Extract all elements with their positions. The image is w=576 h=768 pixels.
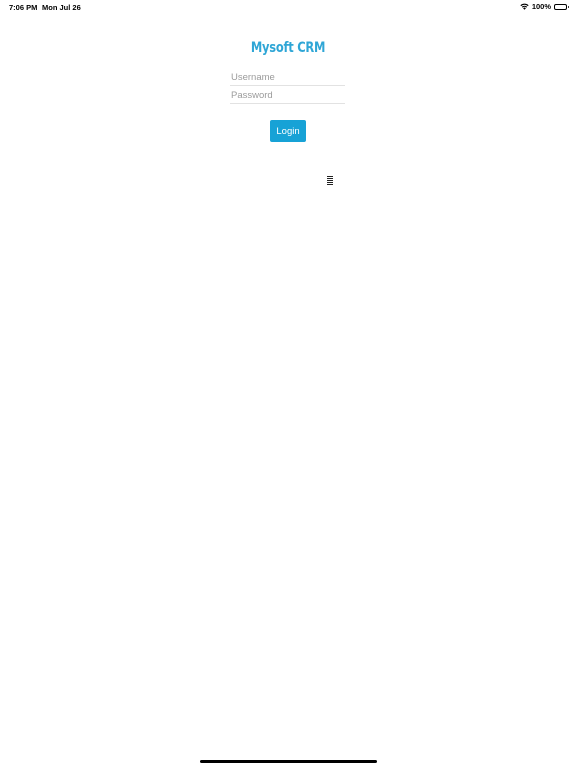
loader-bar (327, 184, 333, 185)
loader-bar (327, 176, 333, 177)
password-input[interactable] (230, 88, 345, 104)
loader-bar (327, 182, 333, 183)
battery-percent: 100% (531, 2, 551, 11)
loading-bars-icon (327, 176, 333, 185)
status-bar: 7:06 PM Mon Jul 26 100% (0, 0, 576, 14)
loader-bar (327, 180, 333, 181)
login-button[interactable]: Login (270, 120, 306, 142)
app-title: Mysoft CRM (250, 40, 326, 56)
wifi-icon (520, 3, 529, 10)
status-date: Mon Jul 26 (42, 3, 81, 12)
home-indicator[interactable] (200, 760, 377, 763)
status-indicators: 100% (520, 2, 569, 11)
username-input[interactable] (230, 70, 345, 86)
loader-bar (327, 178, 333, 179)
battery-nub (567, 5, 569, 8)
battery-icon (554, 3, 569, 10)
status-time: 7:06 PM (9, 3, 38, 12)
